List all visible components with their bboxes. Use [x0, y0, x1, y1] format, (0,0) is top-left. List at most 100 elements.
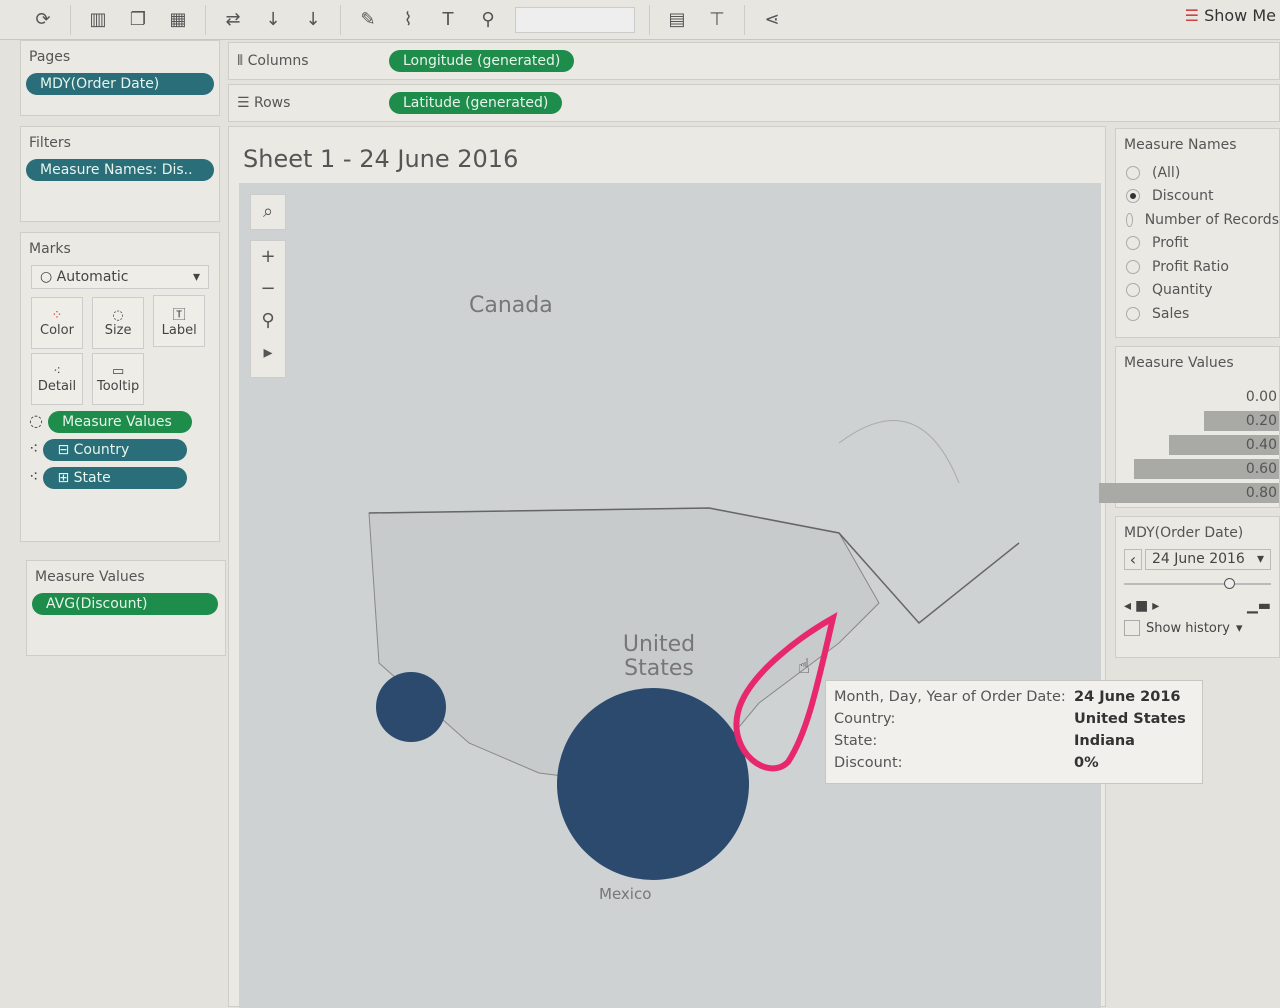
tooltip-value: 0%	[1074, 755, 1099, 771]
mark-type-value: Automatic	[56, 269, 129, 285]
legend-value: 0.80	[1245, 485, 1277, 501]
text-icon[interactable]: T	[435, 9, 461, 30]
zoom-out-icon[interactable]: −	[251, 273, 285, 305]
measure-values-pill[interactable]: Measure Values	[48, 411, 193, 433]
measure-name-option[interactable]: Profit Ratio	[1116, 255, 1279, 279]
country-pill[interactable]: ⊟ Country	[43, 439, 188, 461]
page-slider[interactable]	[1124, 578, 1271, 590]
radio-button[interactable]	[1126, 165, 1140, 180]
avg-discount-pill[interactable]: AVG(Discount)	[32, 593, 218, 615]
longitude-pill[interactable]: Longitude (generated)	[389, 50, 575, 72]
highlight-icon[interactable]: ✎	[355, 9, 381, 30]
pages-pill[interactable]: MDY(Order Date)	[26, 73, 214, 95]
legend-item: 0.80	[1099, 481, 1279, 505]
paperclip-icon[interactable]: ⌇	[395, 9, 421, 30]
color-button[interactable]: ⁘ Color	[31, 297, 83, 349]
legend-value: 0.00	[1245, 389, 1277, 405]
search-map-button[interactable]: ⌕	[250, 194, 286, 230]
measure-name-option[interactable]: Profit	[1116, 232, 1279, 256]
refresh-icon[interactable]: ⟳	[30, 9, 56, 30]
measure-values-legend: Measure Values 0.00 0.20 0.40 0.60 0.80	[1099, 346, 1280, 508]
filters-title: Filters	[29, 135, 71, 151]
tooltip-value: United States	[1074, 711, 1186, 727]
map-label-canada: Canada	[469, 293, 553, 318]
size-icon: ◌	[112, 308, 124, 323]
expand-icon[interactable]: ▸	[251, 337, 285, 369]
duplicate-icon[interactable]: ❐	[125, 9, 151, 30]
measure-name-option[interactable]: (All)	[1116, 161, 1279, 185]
radio-button[interactable]	[1126, 189, 1140, 204]
size-button[interactable]: ◌ Size	[92, 297, 145, 349]
page-control-title: MDY(Order Date)	[1124, 525, 1244, 541]
size-label: Size	[104, 323, 132, 338]
legend-value: 0.40	[1245, 437, 1277, 453]
new-worksheet-icon[interactable]: ▥	[85, 9, 111, 30]
show-me-button[interactable]: ☰ Show Me	[1185, 6, 1276, 25]
sort-asc-icon[interactable]: ↓	[260, 9, 286, 30]
swap-icon[interactable]: ⇄	[220, 9, 246, 30]
radio-button[interactable]	[1126, 212, 1133, 227]
legend-title: Measure Values	[1124, 355, 1234, 371]
option-label: Quantity	[1152, 282, 1213, 299]
label-label: Label	[161, 323, 197, 338]
clear-sheet-icon[interactable]: ▦	[165, 9, 191, 30]
page-select[interactable]: 24 June 2016 ▾	[1145, 549, 1271, 570]
tooltip-row: Month, Day, Year of Order Date: 24 June 2…	[834, 689, 1194, 711]
page-control: MDY(Order Date) ‹ 24 June 2016 ▾ ◂ ■ ▸ ▁▬ Sh…	[1115, 516, 1280, 658]
rows-shelf: ☰ Rows Latitude (generated)	[228, 84, 1280, 122]
option-label: Number of Records	[1144, 211, 1279, 228]
map-mark-circle[interactable]	[376, 672, 446, 742]
search-icon: ⌕	[262, 201, 274, 222]
map-mark-circle[interactable]	[557, 688, 749, 880]
sheet-title: Sheet 1 - 24 June 2016	[243, 145, 519, 173]
stop-button[interactable]: ■	[1135, 598, 1148, 614]
filters-card: Filters Measure Names: Dis..	[20, 126, 220, 222]
radio-button[interactable]	[1126, 259, 1140, 274]
filter-pill[interactable]: Measure Names: Dis..	[26, 159, 214, 181]
chevron-down-icon: ▾	[1256, 551, 1264, 567]
pin-icon[interactable]: ⚲	[475, 9, 501, 30]
label-button[interactable]: 🅃 Label	[153, 295, 206, 347]
mark-type-dropdown[interactable]: ○ Automatic ▾	[31, 265, 209, 289]
map-label-united-states: United States	[622, 632, 696, 681]
fit-dropdown[interactable]	[515, 6, 635, 33]
chart-type-icon[interactable]: ▤	[664, 9, 690, 30]
option-label: (All)	[1152, 164, 1181, 181]
tooltip-button[interactable]: ▭ Tooltip	[92, 353, 145, 405]
radio-button[interactable]	[1126, 236, 1140, 251]
prev-page-button[interactable]: ‹	[1124, 549, 1142, 570]
option-label: Discount	[1152, 188, 1214, 205]
detail-button[interactable]: ⁖ Detail	[31, 353, 83, 405]
map[interactable]: Canada United States Mexico	[239, 183, 1101, 1008]
play-forward-button[interactable]: ▸	[1152, 598, 1159, 614]
presentation-icon[interactable]: ⊤	[704, 9, 730, 30]
sort-desc-icon[interactable]: ↓	[300, 9, 326, 30]
measure-names-title: Measure Names	[1124, 137, 1237, 153]
show-history-label[interactable]: Show history	[1146, 621, 1230, 636]
measure-name-option[interactable]: Sales	[1116, 302, 1279, 326]
detail-label: Detail	[37, 379, 77, 394]
worksheet-view: Sheet 1 - 24 June 2016 Canada United Sta…	[228, 126, 1106, 1008]
measure-name-option[interactable]: Number of Records	[1116, 208, 1279, 232]
zoom-in-icon[interactable]: +	[251, 241, 285, 273]
color-label: Color	[40, 323, 74, 338]
detail-mark-icon: ⁖	[29, 467, 39, 486]
pin-map-icon[interactable]: ⚲	[251, 305, 285, 337]
latitude-pill[interactable]: Latitude (generated)	[389, 92, 563, 114]
tooltip-key: Country:	[834, 711, 896, 727]
state-pill[interactable]: ⊞ State	[43, 467, 188, 489]
radio-button[interactable]	[1126, 306, 1140, 321]
measure-name-option[interactable]: Discount	[1116, 185, 1279, 209]
slider-thumb[interactable]	[1224, 578, 1235, 589]
speed-buttons[interactable]: ▁▬	[1247, 598, 1271, 614]
chevron-down-icon[interactable]: ▾	[1236, 621, 1243, 636]
radio-button[interactable]	[1126, 283, 1140, 298]
show-me-label: Show Me	[1204, 6, 1276, 25]
measure-name-option[interactable]: Quantity	[1116, 279, 1279, 303]
map-outline	[368, 420, 1020, 784]
show-history-checkbox[interactable]	[1124, 620, 1140, 636]
map-label-mexico: Mexico	[599, 885, 652, 903]
play-back-button[interactable]: ◂	[1124, 598, 1131, 614]
country-label: Country	[73, 442, 130, 458]
share-icon[interactable]: ⋖	[759, 9, 785, 30]
